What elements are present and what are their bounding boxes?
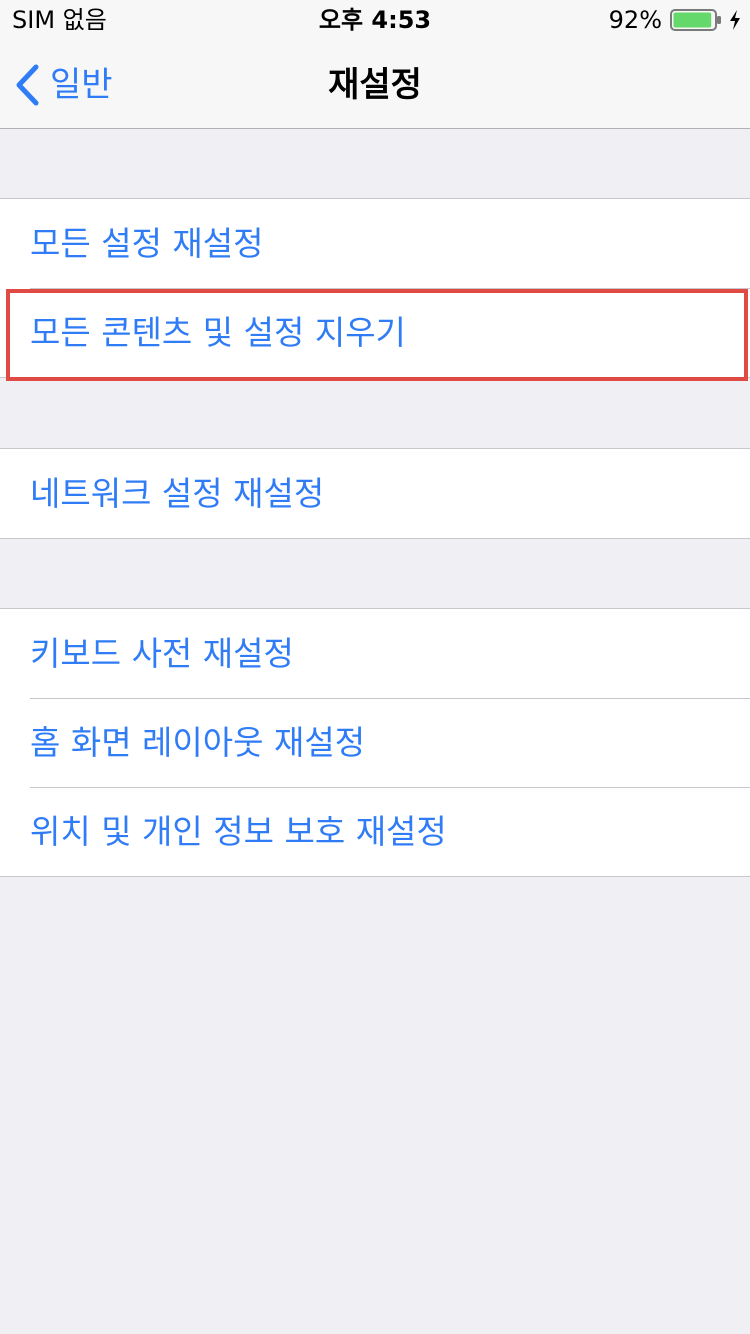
- navigation-bar: 일반 재설정: [0, 40, 750, 129]
- battery-percentage: 92%: [608, 6, 662, 34]
- reset-home-screen-layout-button[interactable]: 홈 화면 레이아웃 재설정: [0, 698, 750, 787]
- battery-icon: [670, 9, 721, 31]
- cell-label: 홈 화면 레이아웃 재설정: [30, 723, 366, 762]
- reset-network-settings-button[interactable]: 네트워크 설정 재설정: [0, 449, 750, 538]
- status-bar: SIM 없음 오후 4:53 92%: [0, 0, 750, 40]
- cell-label: 위치 및 개인 정보 보호 재설정: [30, 812, 447, 851]
- reset-keyboard-dictionary-button[interactable]: 키보드 사전 재설정: [0, 609, 750, 698]
- settings-group-network: 네트워크 설정 재설정: [0, 448, 750, 539]
- page-title: 재설정: [328, 65, 422, 105]
- reset-location-privacy-button[interactable]: 위치 및 개인 정보 보호 재설정: [0, 787, 750, 876]
- cell-label: 모든 콘텐츠 및 설정 지우기: [30, 313, 406, 352]
- charging-bolt-icon: [730, 10, 740, 30]
- cell-label: 키보드 사전 재설정: [30, 634, 294, 673]
- reset-all-settings-button[interactable]: 모든 설정 재설정: [0, 199, 750, 288]
- cell-label: 네트워크 설정 재설정: [30, 474, 325, 513]
- settings-group-other-resets: 키보드 사전 재설정 홈 화면 레이아웃 재설정 위치 및 개인 정보 보호 재…: [0, 608, 750, 877]
- cell-label: 모든 설정 재설정: [30, 224, 264, 263]
- erase-all-content-and-settings-button[interactable]: 모든 콘텐츠 및 설정 지우기: [0, 288, 750, 377]
- settings-group-reset-erase: 모든 설정 재설정 모든 콘텐츠 및 설정 지우기: [0, 198, 750, 378]
